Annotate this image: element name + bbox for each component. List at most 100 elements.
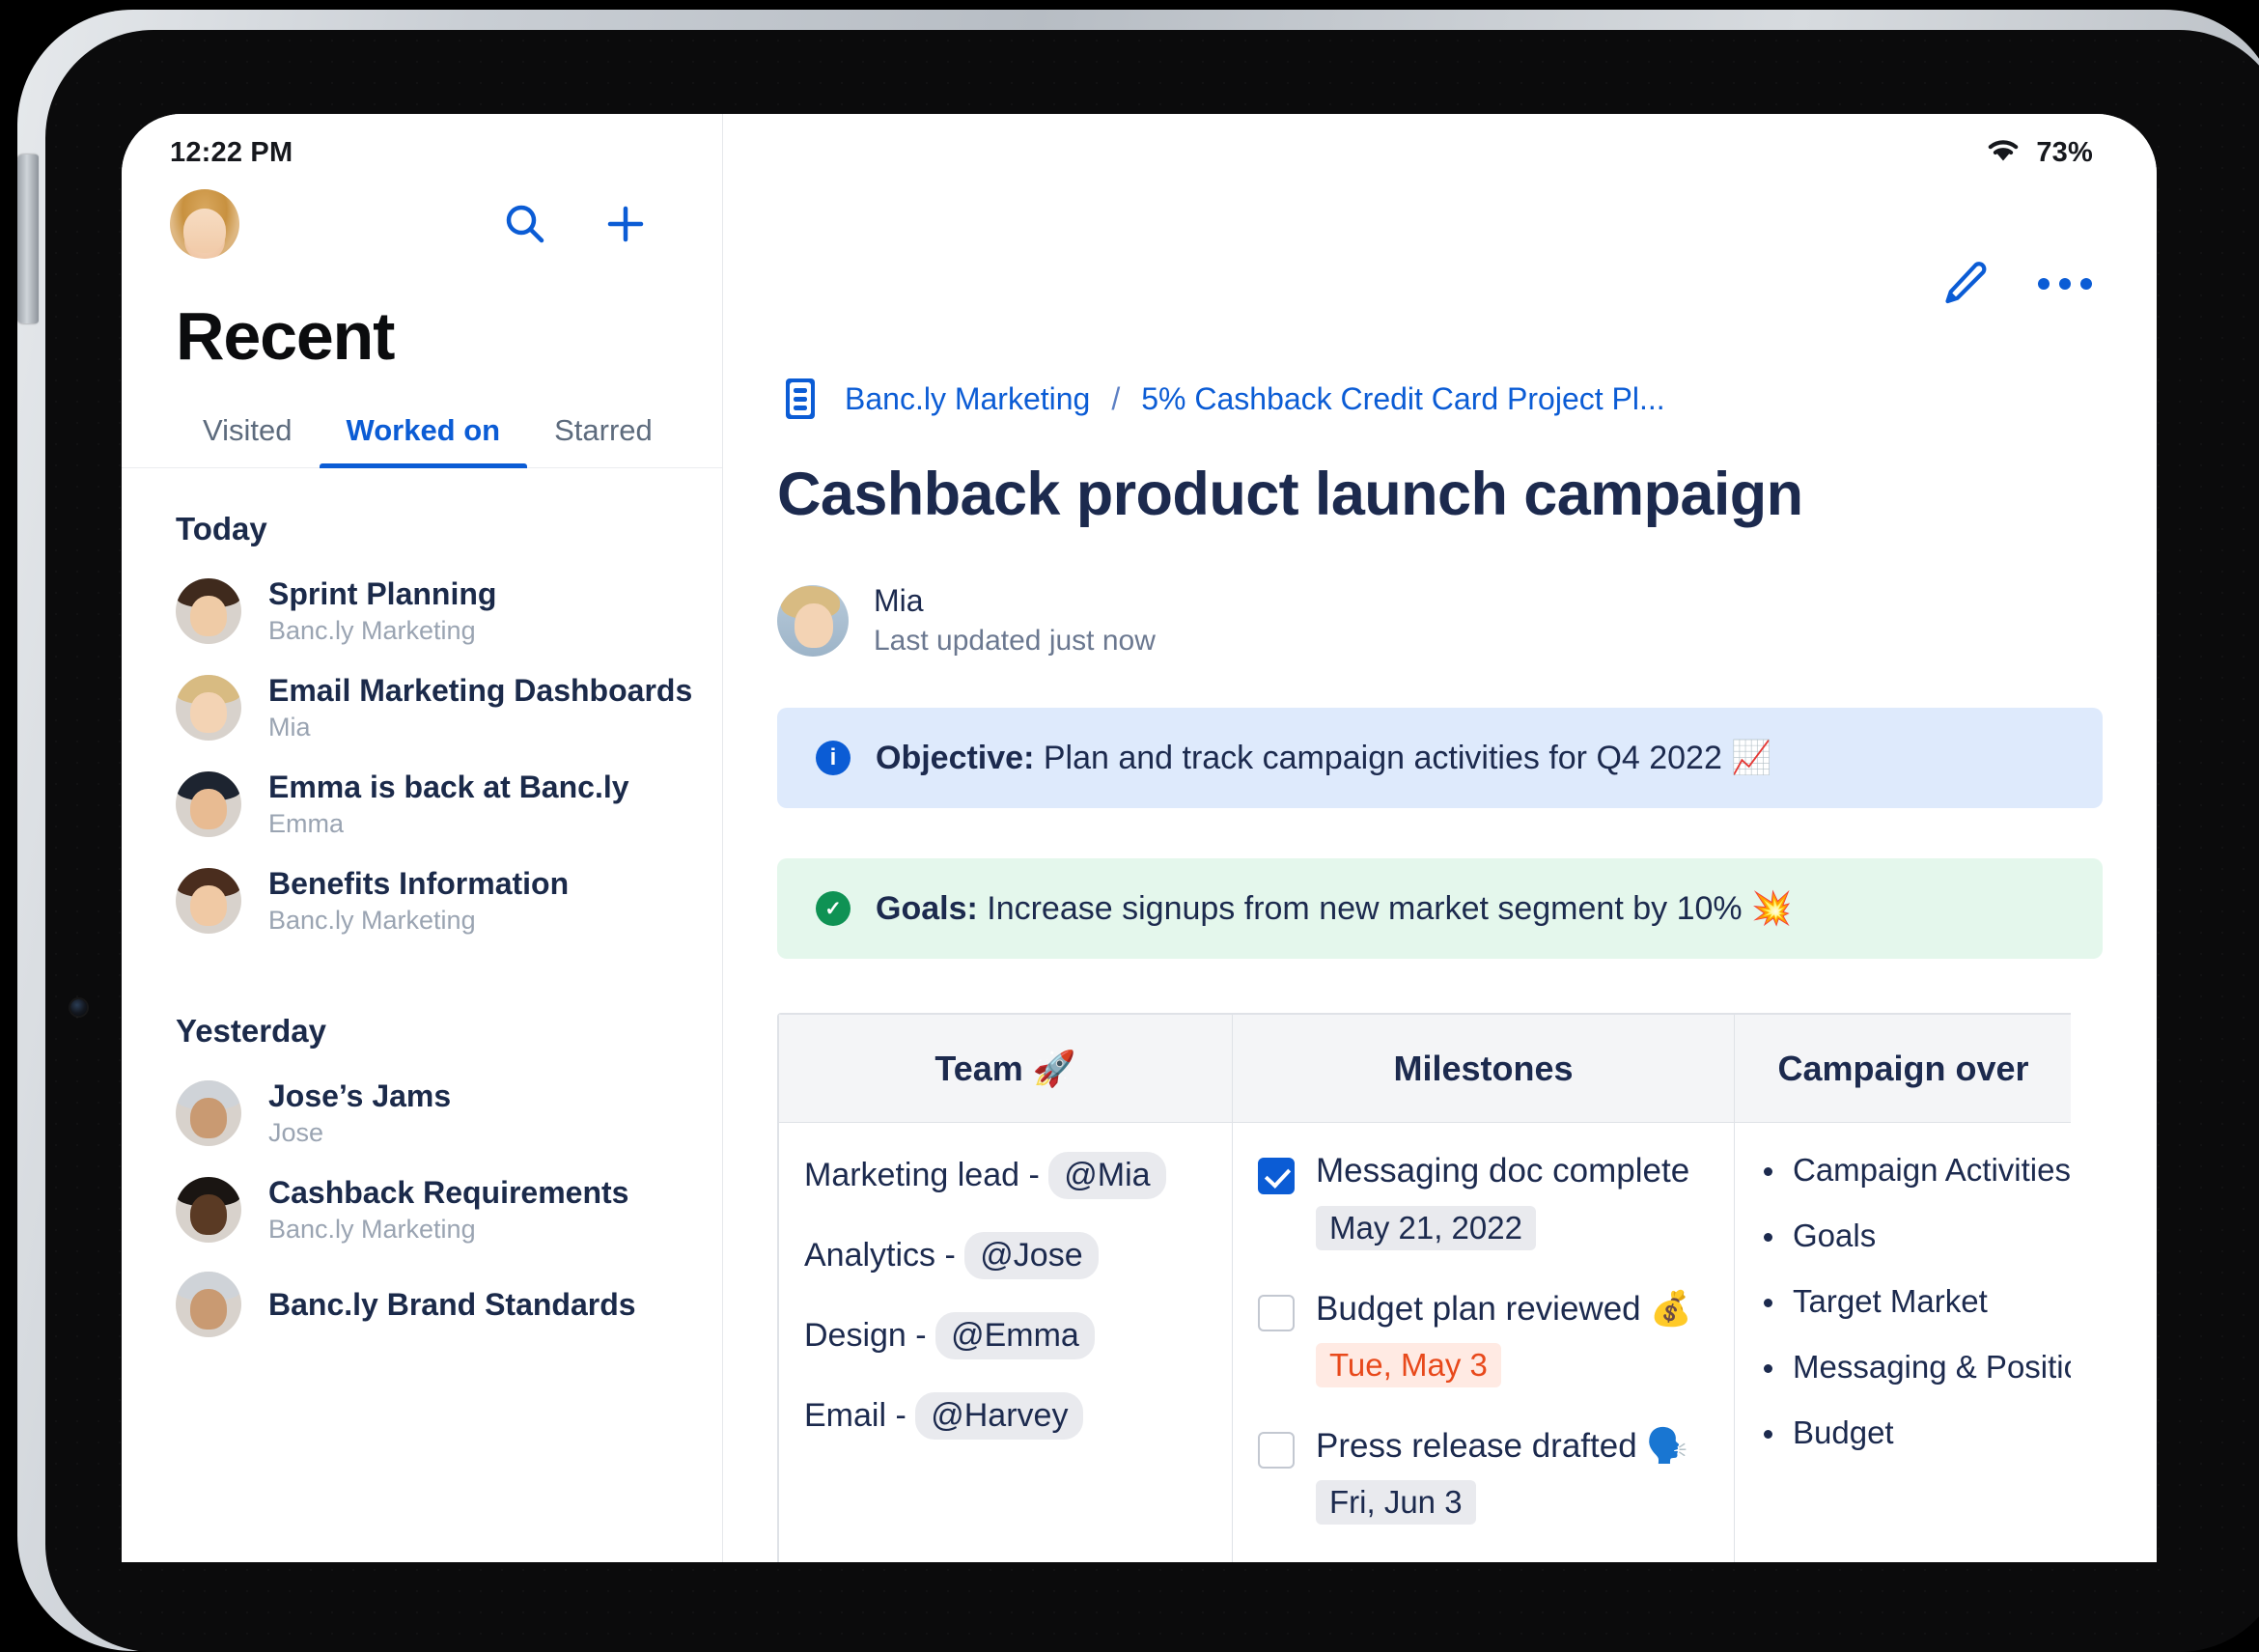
document-pane: Banc.ly Marketing / 5% Cashback Credit C… <box>723 114 2157 1562</box>
list-item-subtitle: Jose <box>268 1118 324 1147</box>
avatar <box>176 675 241 741</box>
avatar <box>176 1272 241 1337</box>
overview-list-item: Messaging & Positioni <box>1760 1349 2071 1386</box>
milestone-date-chip[interactable]: Fri, Jun 3 <box>1316 1480 1476 1525</box>
team-role: Design - <box>804 1317 936 1354</box>
breadcrumb-item-space[interactable]: Banc.ly Marketing <box>845 381 1090 417</box>
milestone-item: Press release drafted 🗣️ Fri, Jun 3 <box>1258 1426 1709 1550</box>
objective-label: Objective: <box>876 740 1035 776</box>
avatar <box>176 578 241 644</box>
sidebar-header <box>122 114 722 259</box>
tab-visited[interactable]: Visited <box>176 413 320 467</box>
avatar <box>777 584 849 657</box>
tab-starred[interactable]: Starred <box>527 413 680 467</box>
list-item[interactable]: Benefits Information Banc.ly Marketing <box>122 853 722 949</box>
avatar <box>176 1177 241 1243</box>
list-item-title: Sprint Planning <box>268 576 497 611</box>
mention-chip[interactable]: @Harvey <box>915 1392 1084 1440</box>
list-item-title: Email Marketing Dashboards <box>268 673 693 708</box>
breadcrumb-item-parent-page[interactable]: 5% Cashback Credit Card Project Pl... <box>1141 381 1664 417</box>
mention-chip[interactable]: @Mia <box>1048 1152 1166 1199</box>
overview-list: Campaign Activities Goals Target Market … <box>1760 1152 2071 1451</box>
milestone-checkbox[interactable] <box>1258 1295 1295 1331</box>
list-item-title: Cashback Requirements <box>268 1175 629 1210</box>
list-item[interactable]: Banc.ly Brand Standards <box>122 1258 722 1351</box>
list-item[interactable]: Emma is back at Banc.ly Emma <box>122 756 722 853</box>
milestone-item: Messaging doc complete May 21, 2022 <box>1258 1152 1709 1275</box>
milestone-checkbox[interactable] <box>1258 1158 1295 1194</box>
milestone-checkbox[interactable] <box>1258 1432 1295 1469</box>
goals-callout: ✓ Goals: Increase signups from new marke… <box>777 858 2103 959</box>
document-table: Team 🚀 Milestones Campaign over Marketin… <box>777 1013 2071 1562</box>
milestone-date-chip[interactable]: Tue, May 3 <box>1316 1343 1501 1387</box>
milestone-label: Messaging doc complete <box>1316 1152 1690 1190</box>
table-header-team: Team 🚀 <box>778 1014 1233 1123</box>
author-name: Mia <box>874 583 924 618</box>
table-header-milestones: Milestones <box>1232 1014 1735 1123</box>
sidebar-tabs: Visited Worked on Starred <box>122 375 722 468</box>
tab-worked-on[interactable]: Worked on <box>319 413 528 468</box>
list-item[interactable]: Email Marketing Dashboards Mia <box>122 659 722 756</box>
list-item[interactable]: Sprint Planning Banc.ly Marketing <box>122 563 722 659</box>
avatar[interactable] <box>170 189 239 259</box>
milestone-label: Budget plan reviewed 💰 <box>1316 1290 1692 1328</box>
mention-chip[interactable]: @Jose <box>964 1232 1099 1279</box>
list-item-subtitle: Emma <box>268 809 345 838</box>
page-title: Recent <box>176 298 395 374</box>
list-item-title: Jose’s Jams <box>268 1078 452 1113</box>
breadcrumb-separator: / <box>1111 380 1121 416</box>
overview-list-item: Goals <box>1760 1218 2047 1254</box>
search-icon[interactable] <box>502 201 548 247</box>
more-options-icon[interactable] <box>2037 274 2093 294</box>
plus-icon[interactable] <box>602 201 649 247</box>
breadcrumb: Banc.ly Marketing / 5% Cashback Credit C… <box>777 375 2157 423</box>
list-item[interactable]: Cashback Requirements Banc.ly Marketing <box>122 1162 722 1258</box>
table-header-row: Team 🚀 Milestones Campaign over <box>778 1014 2071 1123</box>
group-label-today: Today <box>176 511 267 546</box>
avatar <box>176 868 241 934</box>
table-cell-milestones: Messaging doc complete May 21, 2022 Budg… <box>1232 1122 1735 1562</box>
list-item-subtitle: Banc.ly Marketing <box>268 1215 476 1244</box>
overview-list-item: Budget <box>1760 1414 2047 1451</box>
team-line: Design - @Emma <box>804 1312 1207 1359</box>
team-line: Email - @Harvey <box>804 1392 1207 1440</box>
author-row: Mia Last updated just now <box>777 583 2157 658</box>
team-role: Email - <box>804 1397 916 1434</box>
list-item-subtitle: Banc.ly Marketing <box>268 906 476 935</box>
goals-text: Increase signups from new market segment… <box>977 890 1793 927</box>
pencil-icon[interactable] <box>1938 259 1989 309</box>
team-line: Analytics - @Jose <box>804 1232 1207 1279</box>
document-stack-icon <box>777 375 823 423</box>
mention-chip[interactable]: @Emma <box>935 1312 1095 1359</box>
info-icon: i <box>816 741 851 775</box>
overview-list-item: Target Market <box>1760 1283 2047 1320</box>
table-row: Marketing lead - @Mia Analytics - @Jose … <box>778 1122 2071 1562</box>
team-role: Analytics - <box>804 1237 965 1274</box>
table-cell-campaign-overview: Campaign Activities Goals Target Market … <box>1734 1122 2071 1562</box>
list-item[interactable]: Jose’s Jams Jose <box>122 1065 722 1162</box>
volume-button[interactable] <box>17 154 39 323</box>
last-updated-text: Last updated just now <box>874 625 1156 657</box>
table-header-campaign-overview: Campaign over <box>1734 1014 2071 1123</box>
list-item-title: Banc.ly Brand Standards <box>268 1286 636 1322</box>
team-role: Marketing lead - <box>804 1157 1049 1193</box>
milestone-date-chip[interactable]: May 21, 2022 <box>1316 1206 1536 1250</box>
table-cell-team: Marketing lead - @Mia Analytics - @Jose … <box>778 1122 1233 1562</box>
goals-label: Goals: <box>876 890 978 927</box>
avatar <box>176 771 241 837</box>
avatar <box>176 1080 241 1146</box>
app-screen: 12:22 PM 73% Recent Visited Worked on St… <box>122 114 2157 1562</box>
team-line: Marketing lead - @Mia <box>804 1152 1207 1199</box>
device-frame: 12:22 PM 73% Recent Visited Worked on St… <box>17 10 2259 1652</box>
milestone-label: Press release drafted 🗣️ <box>1316 1427 1688 1465</box>
check-circle-icon: ✓ <box>816 891 851 926</box>
front-camera-icon <box>70 999 87 1016</box>
document-title: Cashback product launch campaign <box>777 461 1803 528</box>
group-label-yesterday: Yesterday <box>176 1013 326 1049</box>
list-item-subtitle: Banc.ly Marketing <box>268 616 476 645</box>
overview-list-item: Campaign Activities <box>1760 1152 2071 1189</box>
document-toolbar <box>1938 259 2093 309</box>
objective-text: Plan and track campaign activities for Q… <box>1034 740 1772 776</box>
sidebar: Recent Visited Worked on Starred Today S… <box>122 114 723 1562</box>
list-item-title: Benefits Information <box>268 866 570 901</box>
